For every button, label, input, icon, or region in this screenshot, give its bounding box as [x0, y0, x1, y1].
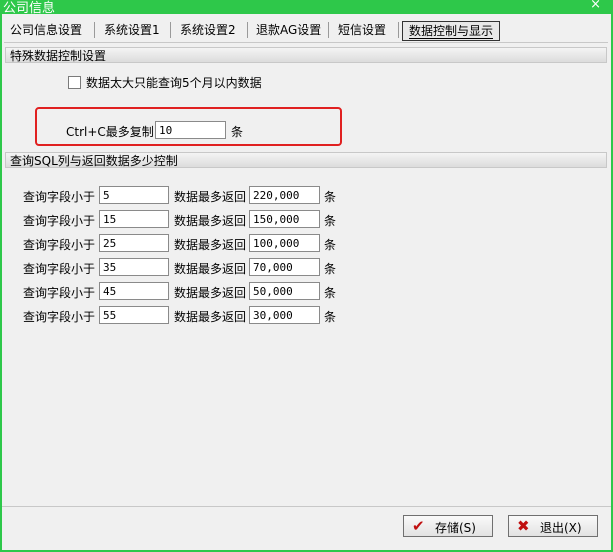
ctrl-c-copy-unit: 条 [231, 125, 244, 139]
footer-divider [2, 506, 611, 507]
field-count-input[interactable]: 25 [99, 234, 169, 252]
tab-separator [94, 22, 95, 38]
row-unit: 条 [324, 190, 337, 204]
max-return-input[interactable]: 150,000 [249, 210, 320, 228]
max-return-label: 数据最多返回 [174, 214, 247, 228]
max-return-input[interactable]: 220,000 [249, 186, 320, 204]
ctrl-c-copy-label: Ctrl+C最多复制 [66, 125, 154, 139]
special-data-section-header: 特殊数据控制设置 [5, 47, 607, 63]
field-count-input[interactable]: 15 [99, 210, 169, 228]
max-return-label: 数据最多返回 [174, 190, 247, 204]
tab-system-2[interactable]: 系统设置2 [174, 20, 242, 40]
row-unit: 条 [324, 238, 337, 252]
tab-separator [170, 22, 171, 38]
close-icon: ✖ [517, 517, 530, 535]
field-count-label: 查询字段小于 [23, 190, 96, 204]
row-unit: 条 [324, 214, 337, 228]
tab-separator [328, 22, 329, 38]
sql-columns-section-header: 查询SQL列与返回数据多少控制 [5, 152, 607, 168]
tab-sms[interactable]: 短信设置 [332, 20, 392, 40]
tab-separator [247, 22, 248, 38]
tab-refund-ag[interactable]: 退款AG设置 [250, 20, 327, 40]
title-bar: 公司信息 × [0, 0, 613, 16]
row-unit: 条 [324, 310, 337, 324]
row-unit: 条 [324, 286, 337, 300]
exit-button-label: 退出(X) [540, 521, 582, 535]
save-button-label: 存储(S) [435, 521, 476, 535]
exit-button[interactable]: ✖ 退出(X) [508, 515, 598, 537]
tab-separator [398, 22, 399, 38]
limit-5-months-checkbox[interactable] [68, 76, 81, 89]
max-return-label: 数据最多返回 [174, 262, 247, 276]
row-unit: 条 [324, 262, 337, 276]
max-return-label: 数据最多返回 [174, 238, 247, 252]
field-count-input[interactable]: 5 [99, 186, 169, 204]
tab-system-1[interactable]: 系统设置1 [98, 20, 166, 40]
ctrl-c-copy-input[interactable]: 10 [155, 121, 226, 139]
field-count-label: 查询字段小于 [23, 214, 96, 228]
max-return-input[interactable]: 50,000 [249, 282, 320, 300]
max-return-input[interactable]: 30,000 [249, 306, 320, 324]
close-icon[interactable]: × [590, 0, 601, 12]
field-count-label: 查询字段小于 [23, 262, 96, 276]
max-return-label: 数据最多返回 [174, 310, 247, 324]
tab-data-control-label: 数据控制与显示 [409, 24, 494, 39]
checkmark-icon: ✔ [412, 517, 425, 535]
field-count-label: 查询字段小于 [23, 238, 96, 252]
max-return-input[interactable]: 70,000 [249, 258, 320, 276]
dialog: 公司信息设置 系统设置1 系统设置2 退款AG设置 短信设置 数据控制与显示 特… [0, 14, 613, 552]
field-count-label: 查询字段小于 [23, 286, 96, 300]
tab-data-control[interactable]: 数据控制与显示 [402, 21, 501, 41]
save-button[interactable]: ✔ 存储(S) [403, 515, 493, 537]
field-count-input[interactable]: 45 [99, 282, 169, 300]
max-return-input[interactable]: 100,000 [249, 234, 320, 252]
field-count-label: 查询字段小于 [23, 310, 96, 324]
limit-5-months-label: 数据太大只能查询5个月以内数据 [86, 76, 262, 90]
tab-company-info[interactable]: 公司信息设置 [4, 20, 88, 40]
tab-strip: 公司信息设置 系统设置1 系统设置2 退款AG设置 短信设置 数据控制与显示 [2, 14, 611, 44]
field-count-input[interactable]: 55 [99, 306, 169, 324]
field-count-input[interactable]: 35 [99, 258, 169, 276]
max-return-label: 数据最多返回 [174, 286, 247, 300]
